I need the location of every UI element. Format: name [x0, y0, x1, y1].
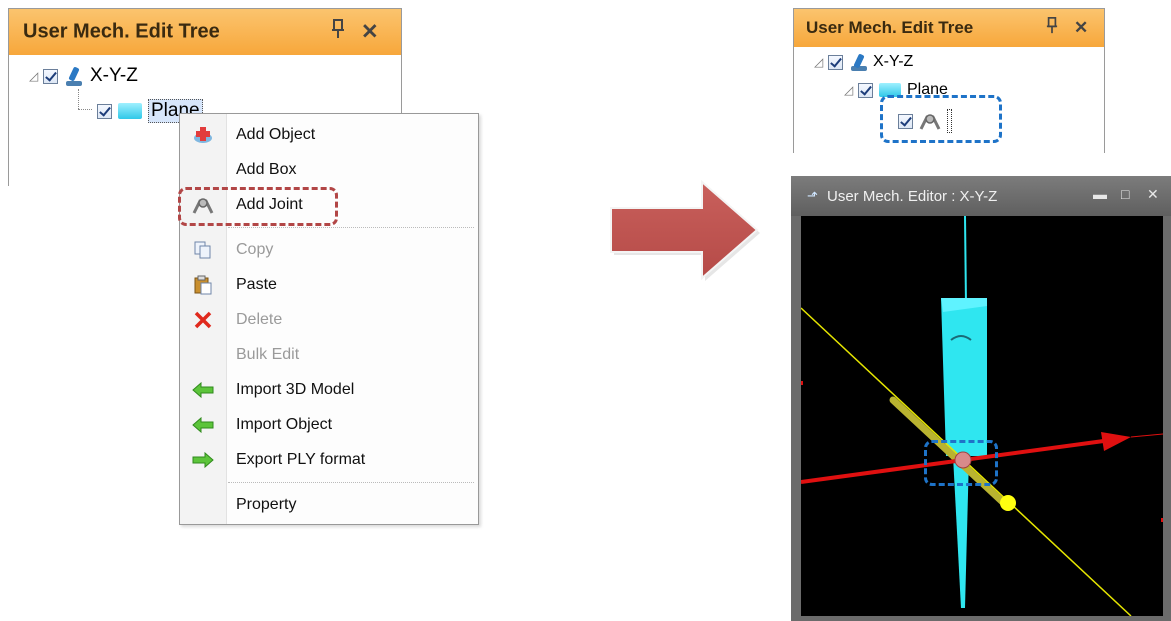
node-checkbox[interactable]	[97, 103, 112, 119]
menu-item-paste[interactable]: Paste	[180, 269, 478, 301]
panel-title-bar: User Mech. Edit Tree ✕	[794, 9, 1104, 47]
panel-title: User Mech. Edit Tree	[806, 18, 974, 37]
add-object-icon	[192, 124, 214, 146]
node-checkbox[interactable]	[43, 68, 58, 84]
close-icon[interactable]: ✕	[1147, 186, 1159, 203]
editor-app-icon: ⬏	[807, 188, 818, 203]
menu-item-label: Copy	[236, 241, 274, 258]
x-axis-arrowhead	[1101, 432, 1131, 451]
editor-title: User Mech. Editor : X-Y-Z	[827, 188, 998, 205]
export-arrow-icon	[192, 449, 214, 471]
3d-viewport[interactable]	[801, 216, 1163, 616]
tree-node-label: X-Y-Z	[873, 53, 914, 70]
joint-end-sphere	[1000, 495, 1016, 511]
copy-icon	[192, 239, 214, 261]
scene-render	[801, 216, 1163, 616]
menu-item-add-object[interactable]: Add Object	[180, 119, 478, 151]
menu-item-add-box[interactable]: Add Box	[180, 154, 478, 186]
tree-node-label: X-Y-Z	[90, 65, 138, 86]
menu-item-label: Import 3D Model	[236, 381, 355, 398]
node-checkbox[interactable]	[828, 54, 843, 70]
menu-item-label: Delete	[236, 311, 283, 328]
editor-title-bar: ⬏ User Mech. Editor : X-Y-Z ▬ □ ✕	[791, 176, 1171, 216]
collapse-triangle-icon[interactable]: ◿	[844, 83, 858, 97]
menu-item-property[interactable]: Property	[180, 489, 478, 521]
paste-icon	[192, 274, 214, 296]
close-icon[interactable]: ✕	[1074, 18, 1088, 38]
x-axis-tail	[1130, 433, 1163, 438]
close-icon[interactable]: ✕	[361, 20, 379, 45]
menu-item-delete[interactable]: Delete	[180, 304, 478, 336]
pin-icon[interactable]	[1046, 17, 1058, 39]
collapse-triangle-icon[interactable]: ◿	[29, 69, 43, 83]
maximize-icon[interactable]: □	[1121, 186, 1129, 202]
editor-window: ⬏ User Mech. Editor : X-Y-Z ▬ □ ✕	[791, 176, 1171, 621]
delete-icon	[192, 309, 214, 331]
menu-item-label: Bulk Edit	[236, 346, 300, 363]
vertical-axis-line	[964, 216, 967, 307]
edge-marker	[801, 381, 803, 385]
menu-separator	[228, 227, 474, 228]
folder-icon	[118, 103, 142, 119]
tree-node-xyz[interactable]: ◿ X-Y-Z	[814, 53, 913, 71]
import-arrow-icon	[192, 414, 214, 436]
menu-item-copy[interactable]: Copy	[180, 234, 478, 266]
menu-item-export-ply[interactable]: Export PLY format	[180, 444, 478, 476]
edge-marker	[1161, 518, 1163, 522]
node-checkbox[interactable]	[858, 82, 873, 98]
menu-item-label: Add Object	[236, 126, 316, 143]
pin-icon[interactable]	[331, 19, 345, 45]
menu-item-import-3d-model[interactable]: Import 3D Model	[180, 374, 478, 406]
menu-item-label: Add Box	[236, 161, 297, 178]
tree-connector	[78, 89, 79, 109]
tree-node-xyz[interactable]: ◿ X-Y-Z	[29, 65, 138, 87]
robot-icon	[64, 66, 84, 86]
plane-object	[941, 298, 987, 456]
tree-connector	[78, 109, 92, 110]
menu-item-bulk-edit[interactable]: Bulk Edit	[180, 339, 478, 371]
add-joint-highlight	[178, 187, 338, 226]
menu-item-import-object[interactable]: Import Object	[180, 409, 478, 441]
new-joint-highlight	[880, 95, 1002, 143]
menu-separator	[228, 482, 474, 483]
robot-icon	[849, 53, 867, 71]
menu-item-label: Import Object	[236, 416, 333, 433]
menu-item-label: Property	[236, 496, 297, 513]
menu-item-label: Paste	[236, 276, 277, 293]
import-arrow-icon	[192, 379, 214, 401]
origin-highlight	[924, 440, 998, 486]
transition-arrow-icon	[610, 179, 760, 281]
collapse-triangle-icon[interactable]: ◿	[814, 55, 828, 69]
panel-title: User Mech. Edit Tree	[23, 20, 220, 43]
minimize-icon[interactable]: ▬	[1093, 186, 1107, 202]
context-menu: Add Object Add Box Add Joint Copy Paste …	[179, 113, 479, 525]
panel-title-bar: User Mech. Edit Tree ✕	[9, 9, 401, 55]
menu-item-label: Export PLY format	[236, 451, 366, 468]
